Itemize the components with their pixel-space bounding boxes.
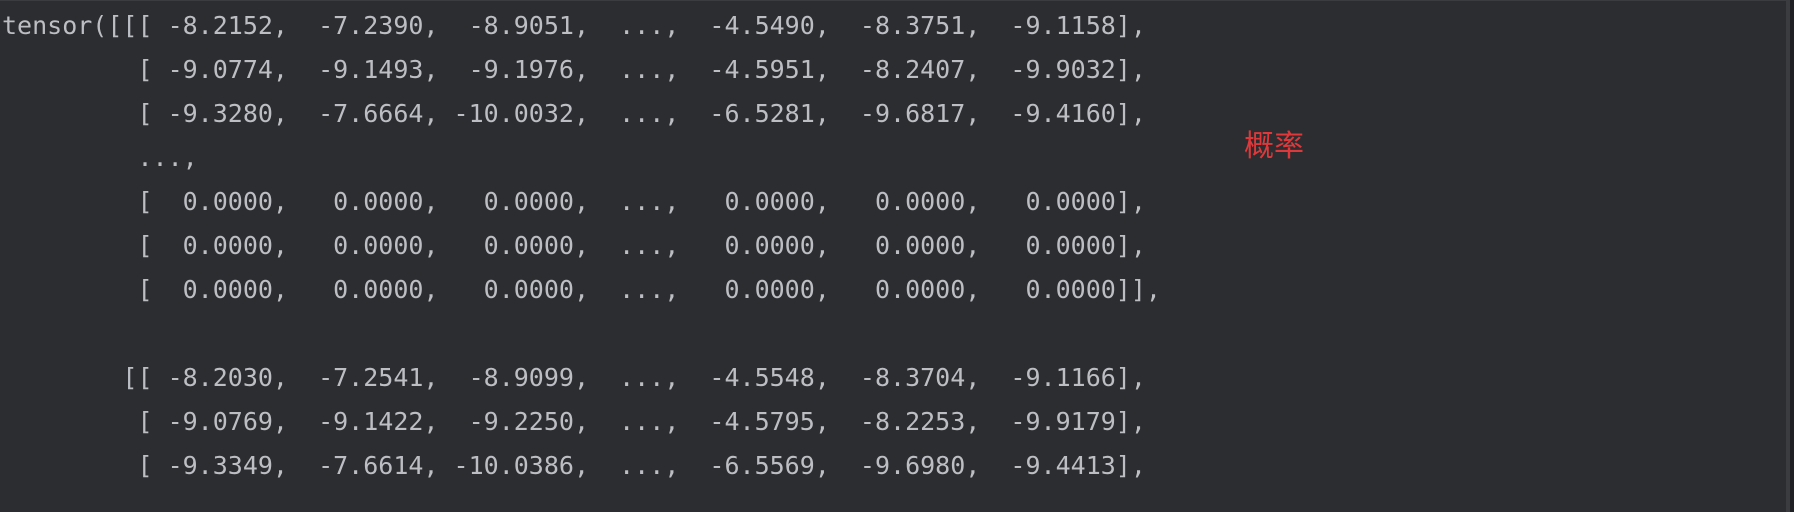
output-line-2: [ -9.0774, -9.1493, -9.1976, ..., -4.595… [2, 55, 1146, 84]
tensor-output[interactable]: tensor([[[ -8.2152, -7.2390, -8.9051, ..… [2, 4, 1161, 512]
output-line-12: ..., [2, 495, 198, 512]
output-line-7: [ 0.0000, 0.0000, 0.0000, ..., 0.0000, 0… [2, 275, 1161, 304]
output-line-10: [ -9.0769, -9.1422, -9.2250, ..., -4.579… [2, 407, 1146, 436]
probability-annotation: 概率 [1244, 129, 1304, 164]
output-line-4: ..., [2, 143, 198, 172]
console-output-panel: tensor([[[ -8.2152, -7.2390, -8.9051, ..… [0, 0, 1790, 512]
output-line-8 [2, 312, 1161, 356]
output-line-5: [ 0.0000, 0.0000, 0.0000, ..., 0.0000, 0… [2, 187, 1146, 216]
output-line-9: [[ -8.2030, -7.2541, -8.9099, ..., -4.55… [2, 363, 1146, 392]
output-line-1: tensor([[[ -8.2152, -7.2390, -8.9051, ..… [2, 11, 1146, 40]
output-line-6: [ 0.0000, 0.0000, 0.0000, ..., 0.0000, 0… [2, 231, 1146, 260]
output-line-11: [ -9.3349, -7.6614, -10.0386, ..., -6.55… [2, 451, 1146, 480]
output-line-3: [ -9.3280, -7.6664, -10.0032, ..., -6.52… [2, 99, 1146, 128]
